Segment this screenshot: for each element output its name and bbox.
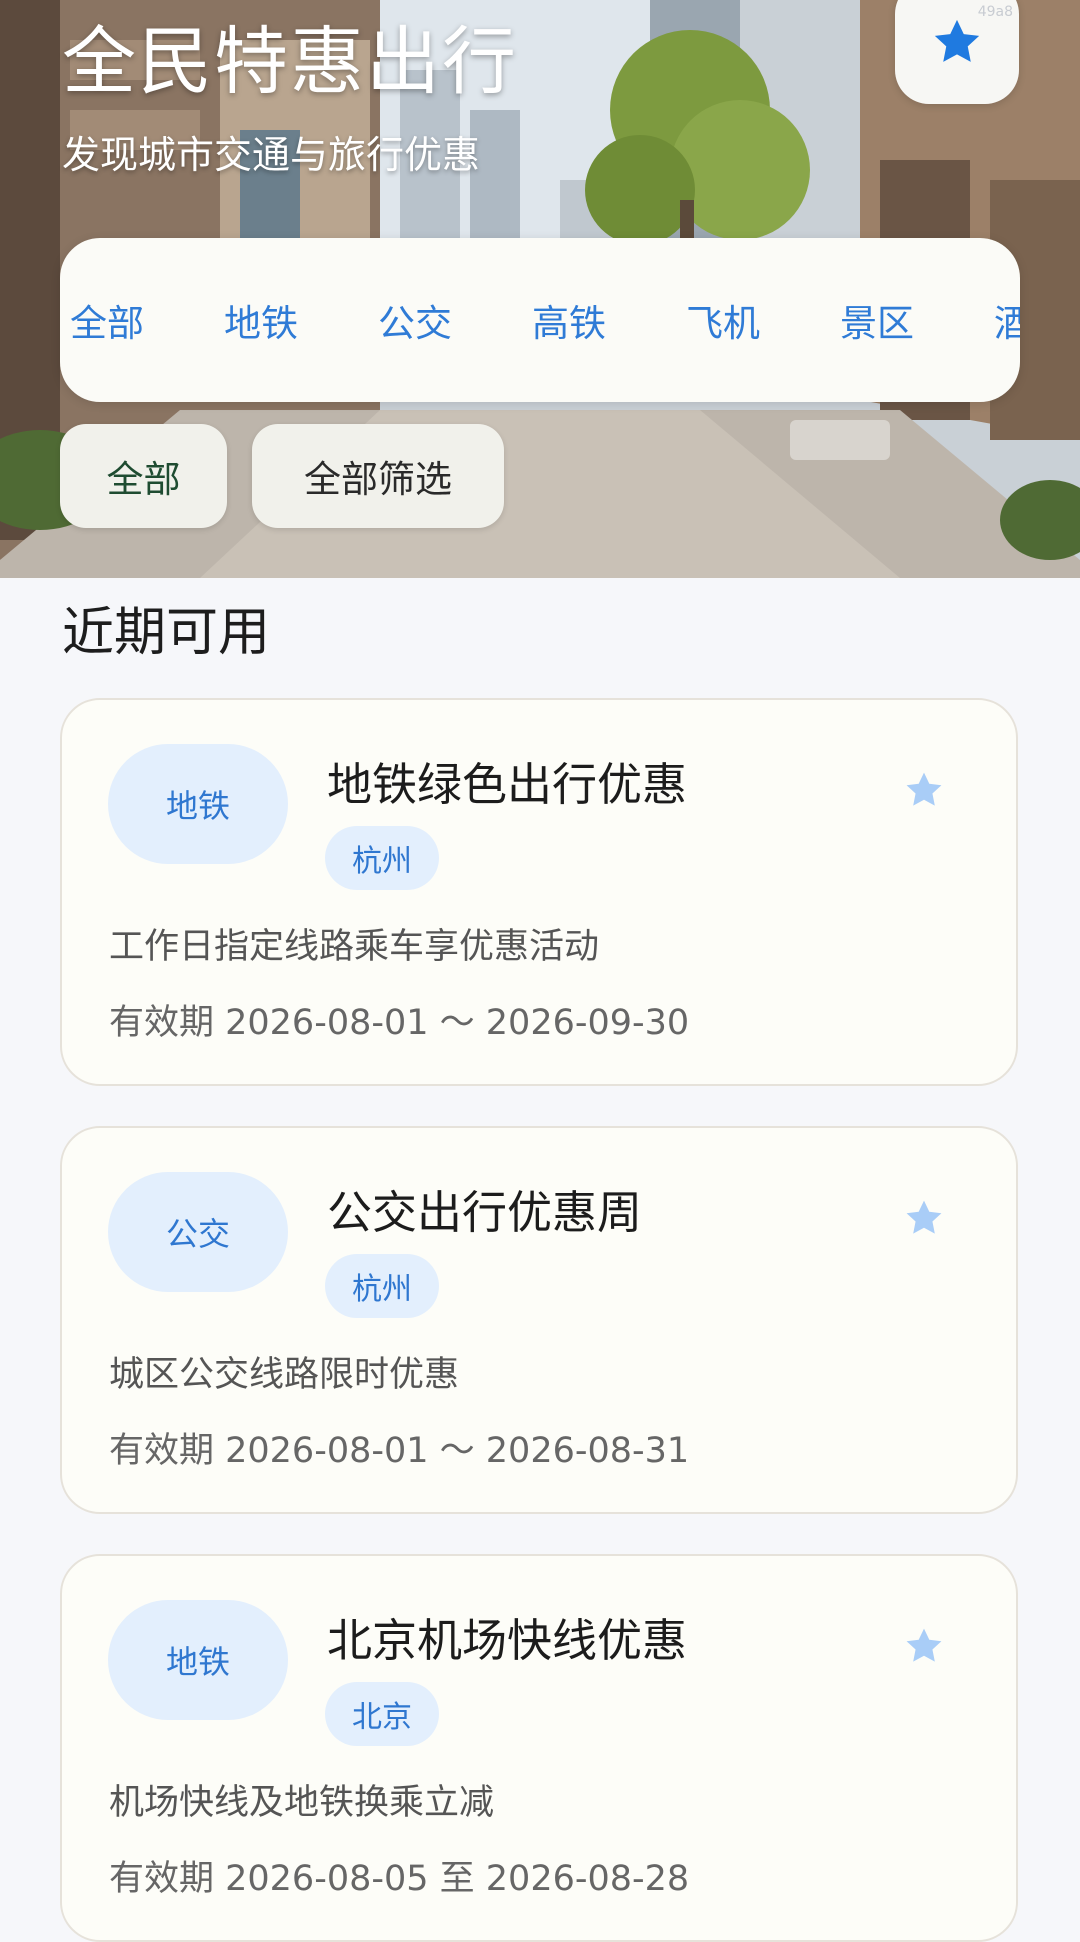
city-tag: 杭州 xyxy=(325,1254,439,1318)
region-filter-chip[interactable]: 全部 xyxy=(60,424,227,528)
deal-description: 工作日指定线路乘车享优惠活动 xyxy=(109,927,600,967)
deal-type-badge: 地铁 xyxy=(108,1600,288,1720)
tab-scenic-spot[interactable]: 景区 xyxy=(830,293,984,347)
deal-validity: 有效期 2026-08-05 至 2026-08-28 xyxy=(109,1859,690,1899)
tab-hotel[interactable]: 酒店 xyxy=(984,293,1020,347)
tab-all[interactable]: 全部 xyxy=(60,293,214,347)
deal-card[interactable]: 地铁 地铁绿色出行优惠 杭州 工作日指定线路乘车享优惠活动 有效期 2026-0… xyxy=(60,698,1018,1086)
tab-flight[interactable]: 飞机 xyxy=(676,293,830,347)
deal-title: 地铁绿色出行优惠 xyxy=(327,758,688,811)
page-subtitle: 发现城市交通与旅行优惠 xyxy=(62,133,481,177)
page-title: 全民特惠出行 xyxy=(62,19,518,105)
hero-banner: 全民特惠出行 发现城市交通与旅行优惠 49a8 全部 地铁 公交 高铁 飞机 景… xyxy=(0,0,1080,578)
favorites-tag: 49a8 xyxy=(977,4,1013,20)
tab-metro[interactable]: 地铁 xyxy=(214,293,368,347)
deal-description: 机场快线及地铁换乘立减 xyxy=(109,1783,495,1823)
deal-card[interactable]: 地铁 北京机场快线优惠 北京 机场快线及地铁换乘立减 有效期 2026-08-0… xyxy=(60,1554,1018,1942)
all-filters-chip[interactable]: 全部筛选 xyxy=(252,424,504,528)
deal-description: 城区公交线路限时优惠 xyxy=(109,1355,460,1395)
tab-high-speed-rail[interactable]: 高铁 xyxy=(522,293,676,347)
tab-bus[interactable]: 公交 xyxy=(368,293,522,347)
deal-card[interactable]: 公交 公交出行优惠周 杭州 城区公交线路限时优惠 有效期 2026-08-01 … xyxy=(60,1126,1018,1514)
deal-validity: 有效期 2026-08-01 ～ 2026-08-31 xyxy=(109,1431,690,1471)
city-tag: 杭州 xyxy=(325,826,439,890)
star-icon[interactable] xyxy=(902,768,946,812)
star-icon xyxy=(934,19,980,62)
deal-title: 北京机场快线优惠 xyxy=(327,1614,688,1667)
deal-type-badge: 地铁 xyxy=(108,744,288,864)
city-tag: 北京 xyxy=(325,1682,439,1746)
deal-validity: 有效期 2026-08-01 ～ 2026-09-30 xyxy=(109,1003,690,1043)
star-icon[interactable] xyxy=(902,1624,946,1668)
deal-type-badge: 公交 xyxy=(108,1172,288,1292)
star-icon[interactable] xyxy=(902,1196,946,1240)
category-tab-bar: 全部 地铁 公交 高铁 飞机 景区 酒店 xyxy=(60,238,1020,402)
favorites-button[interactable]: 49a8 xyxy=(895,0,1019,104)
section-title: 近期可用 xyxy=(62,603,271,663)
deal-title: 公交出行优惠周 xyxy=(327,1186,643,1239)
